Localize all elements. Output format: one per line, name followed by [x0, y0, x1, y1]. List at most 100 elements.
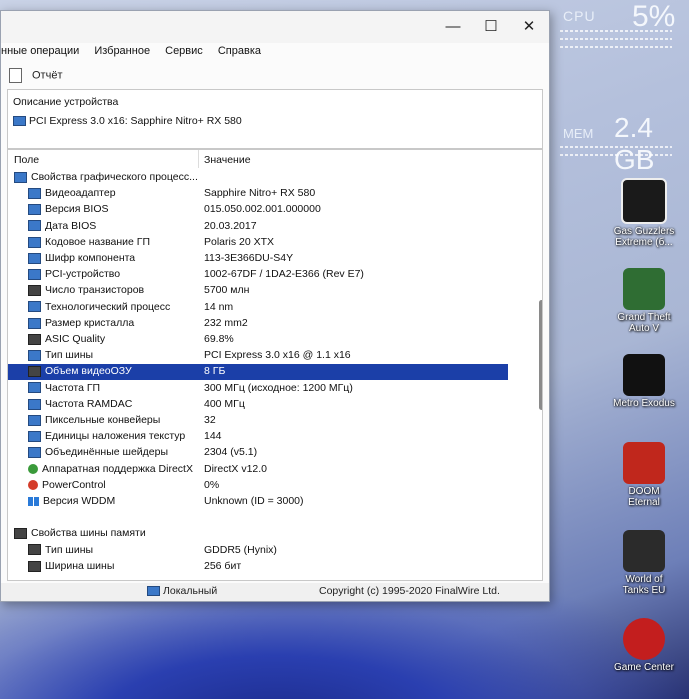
world-of-tanks-icon: [623, 530, 665, 572]
desktop-icon-metro-exodus[interactable]: Metro Exodus: [612, 354, 676, 409]
row-field-name: Объединённые шейдеры: [28, 446, 168, 458]
table-row[interactable]: Свойства графического процесс...: [8, 170, 508, 186]
monitor-icon: [28, 382, 41, 394]
device-description-value: PCI Express 3.0 x16: Sapphire Nitro+ RX …: [13, 115, 242, 127]
table-row[interactable]: Версия BIOS 015.050.002.001.000000: [8, 202, 508, 218]
cpu-meter: [560, 30, 672, 32]
table-row[interactable]: Дата BIOS 20.03.2017: [8, 219, 508, 235]
gta-v-icon: [623, 268, 665, 310]
desktop-icon-world-of-tanks[interactable]: World of Tanks EU: [612, 530, 676, 596]
table-row[interactable]: Объем видеоОЗУ 8 ГБ: [8, 364, 508, 381]
table-row[interactable]: Пиксельные конвейеры 32: [8, 413, 508, 429]
desktop-icon-doom-eternal[interactable]: DOOM Eternal: [612, 442, 676, 508]
desktop-icon-gta-v[interactable]: Grand Theft Auto V: [612, 268, 676, 334]
desktop-icon-game-center[interactable]: Game Center: [612, 618, 676, 673]
row-value: Unknown (ID = 3000): [204, 495, 304, 507]
desktop-icon-label: DOOM Eternal: [628, 486, 660, 508]
row-field-text: Размер кристалла: [45, 316, 135, 329]
table-row[interactable]: PCI-устройство 1002-67DF / 1DA2-E366 (Rev…: [8, 267, 508, 283]
mem-meter-2: [560, 154, 672, 156]
table-row[interactable]: Объединённые шейдеры 2304 (v5.1): [8, 445, 508, 461]
row-field-text: Объединённые шейдеры: [45, 446, 169, 459]
table-row[interactable]: Тип шины GDDR5 (Hynix): [8, 543, 508, 559]
menu-bar: нные операции Избранное Сервис Справка: [1, 45, 273, 63]
column-header-field[interactable]: Поле: [14, 154, 39, 166]
table-row[interactable]: Свойства шины памяти: [8, 526, 508, 542]
row-field-name: PCI-устройство: [28, 268, 120, 280]
menu-help[interactable]: Справка: [218, 45, 261, 57]
menu-operations[interactable]: нные операции: [1, 45, 79, 57]
row-field-name: Тип шины: [28, 544, 93, 556]
table-row[interactable]: Число транзисторов 5700 млн: [8, 283, 508, 299]
monitor-icon: [28, 220, 41, 232]
table-row[interactable]: ASIC Quality 69.8%: [8, 332, 508, 348]
row-field-text: Технологический процесс: [45, 300, 171, 313]
row-field-name: Число транзисторов: [28, 284, 144, 296]
vertical-scrollbar[interactable]: [539, 300, 542, 410]
table-row[interactable]: Частота RAMDAC 400 МГц: [8, 397, 508, 413]
row-field-text: PCI-устройство: [45, 268, 121, 281]
row-field-text: ASIC Quality: [45, 333, 106, 345]
row-value: DirectX v12.0: [204, 462, 268, 475]
report-button[interactable]: Отчёт: [9, 68, 62, 83]
row-field-name: Единицы наложения текстур: [28, 430, 185, 442]
row-value: 1002-67DF / 1DA2-E366 (Rev E7): [204, 268, 364, 281]
game-center-icon: [623, 618, 665, 660]
row-field-text: Версия BIOS: [45, 203, 109, 216]
row-field-text: Аппаратная поддержка DirectX: [42, 462, 193, 475]
aida64-window: — ☐ ✕ нные операции Избранное Сервис Спр…: [0, 10, 550, 602]
table-row[interactable]: Частота ГП 300 МГц (исходное: 1200 МГц): [8, 381, 508, 397]
menu-favorites[interactable]: Избранное: [94, 45, 150, 57]
row-field-text: Число транзисторов: [45, 284, 145, 297]
device-description-text: PCI Express 3.0 x16: Sapphire Nitro+ RX …: [29, 115, 242, 127]
row-field-text: Частота RAMDAC: [45, 397, 133, 410]
monitor-icon: [28, 414, 41, 426]
row-value: 20.03.2017: [204, 219, 257, 232]
row-field-text: Шифр компонента: [45, 252, 136, 264]
table-row[interactable]: Версия WDDM Unknown (ID = 3000): [8, 494, 508, 510]
properties-table: Поле Значение Свойства графического проц…: [7, 149, 543, 581]
column-header-value[interactable]: Значение: [204, 154, 251, 166]
desktop-icon-label: Gas Guzzlers Extreme (б...: [613, 226, 675, 248]
table-row[interactable]: Технологический процесс 14 nm: [8, 300, 508, 316]
computer-icon: [147, 586, 160, 597]
table-row[interactable]: Единицы наложения текстур 144: [8, 429, 508, 445]
status-local: Локальный: [147, 585, 217, 597]
desktop-icon-gas-guzzlers[interactable]: Gas Guzzlers Extreme (б...: [612, 178, 676, 248]
windows-icon: [28, 496, 39, 506]
row-field-name: Аппаратная поддержка DirectX: [28, 463, 193, 475]
row-field-text: Тип шины: [45, 349, 94, 362]
desktop-icon-label: Grand Theft Auto V: [617, 312, 671, 334]
column-separator[interactable]: [198, 150, 199, 168]
row-field-name: Размер кристалла: [28, 317, 134, 329]
minimize-button[interactable]: —: [441, 17, 465, 37]
table-row[interactable]: Ширина шины 256 бит: [8, 559, 508, 575]
memory-icon: [28, 544, 41, 556]
row-field-text: PowerControl: [42, 478, 106, 491]
row-field-name: Объем видеоОЗУ: [28, 365, 132, 377]
table-row[interactable]: Аппаратная поддержка DirectX DirectX v12.…: [8, 462, 508, 478]
doom-eternal-icon: [623, 442, 665, 484]
table-row[interactable]: PowerControl 0%: [8, 478, 508, 494]
title-bar: — ☐ ✕: [1, 11, 549, 43]
maximize-button[interactable]: ☐: [479, 17, 503, 37]
row-field-name: Ширина шины: [28, 560, 114, 572]
device-description-label: Описание устройства: [13, 96, 119, 108]
row-value: 015.050.002.001.000000: [204, 203, 321, 216]
close-button[interactable]: ✕: [517, 17, 541, 37]
monitor-icon: [28, 204, 41, 216]
row-field-name: Свойства графического процесс...: [14, 171, 198, 183]
monitor-icon: [28, 187, 41, 199]
table-row[interactable]: Кодовое название ГП Polaris 20 XTX: [8, 235, 508, 251]
monitor-icon: [28, 268, 41, 280]
table-row[interactable]: [8, 510, 508, 526]
row-field-name: Видеоадаптер: [28, 187, 116, 199]
table-row[interactable]: Шифр компонента 113-3E366DU-S4Y: [8, 251, 508, 267]
table-row[interactable]: Размер кристалла 232 mm2: [8, 316, 508, 332]
menu-service[interactable]: Сервис: [165, 45, 203, 57]
table-row[interactable]: Тип шины PCI Express 3.0 x16 @ 1.1 x16: [8, 348, 508, 364]
row-field-name: Частота RAMDAC: [28, 398, 132, 410]
cpu-label: CPU: [563, 8, 596, 24]
table-row[interactable]: Видеоадаптер Sapphire Nitro+ RX 580: [8, 186, 508, 202]
row-field-text: Частота ГП: [45, 381, 101, 394]
